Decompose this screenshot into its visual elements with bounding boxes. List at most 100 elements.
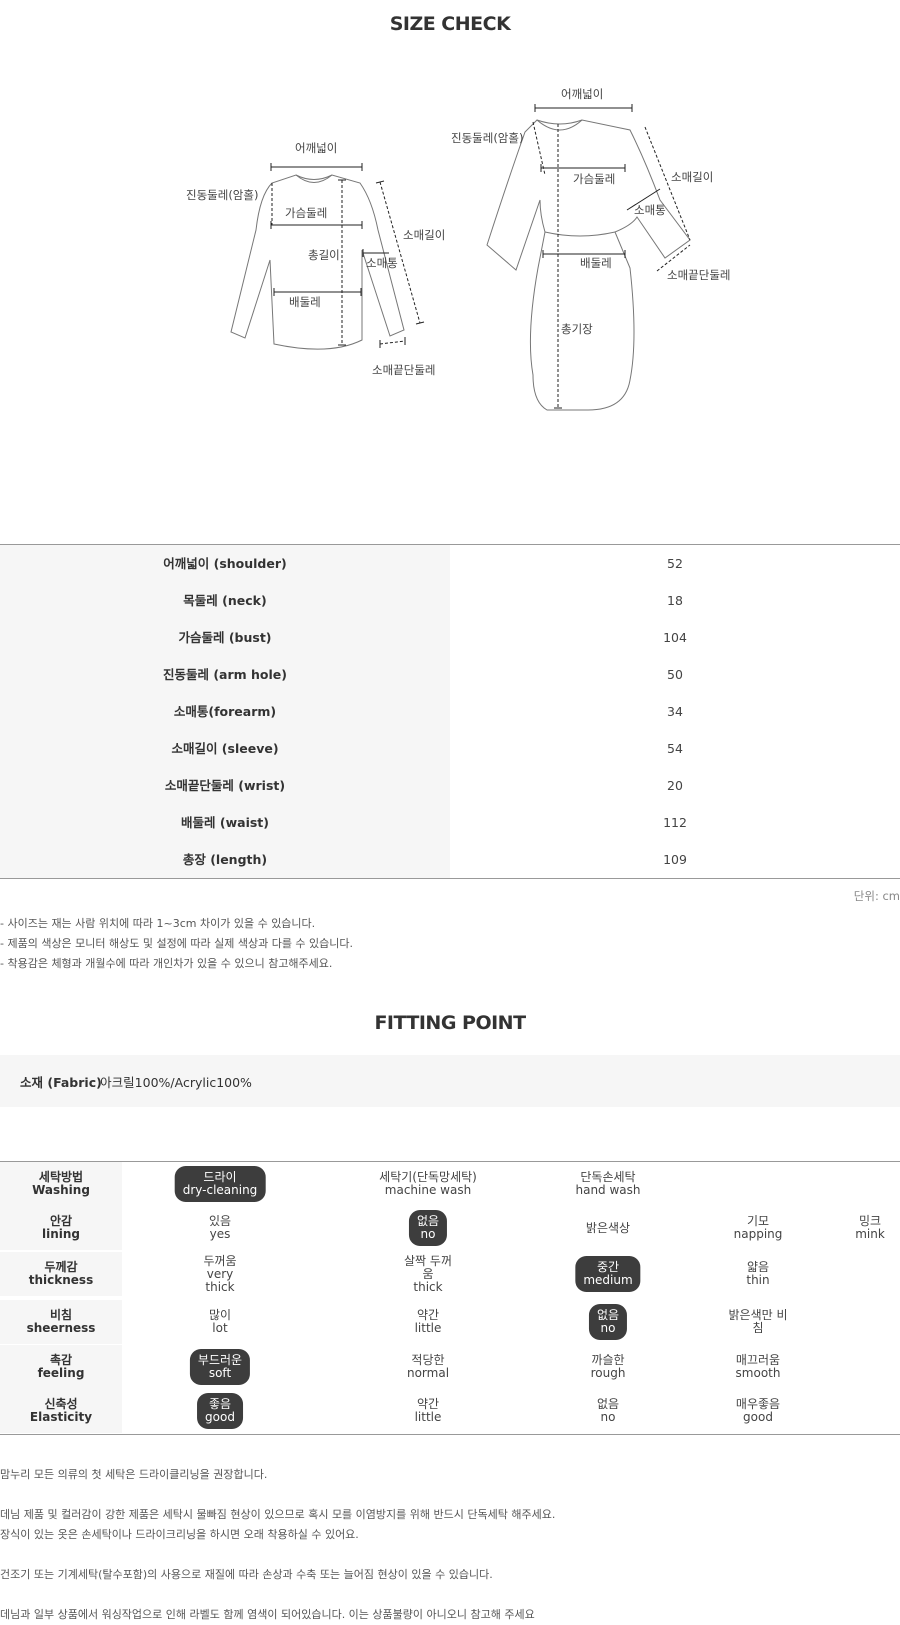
fitting-point-title: FITTING POINT [374, 1012, 526, 1034]
fitting-option-selected: 중간 medium [575, 1252, 641, 1296]
sweater-label-length: 총길이 [308, 248, 340, 262]
care-paragraph: 맘누리 모든 의류의 첫 세탁은 드라이클리닝을 권장합니다. [0, 1468, 268, 1481]
fitting-option-en: napping [733, 1227, 783, 1241]
size-row: 가슴둘레 (bust) 104 [0, 619, 900, 656]
fitting-option-en: rough [590, 1366, 626, 1380]
dress-label-waist: 배둘레 [580, 256, 612, 270]
fitting-row-header: 안감 lining [0, 1206, 122, 1250]
fitting-option: 살짝 두꺼 움 thick [398, 1252, 458, 1296]
size-row-label: 배둘레 (waist) [0, 804, 450, 841]
fitting-option-box: 살짝 두꺼 움 thick [398, 1251, 458, 1298]
fitting-option: 밝은색상 [580, 1206, 636, 1250]
fitting-option-en: thick [413, 1279, 443, 1294]
size-row-label: 소매통(forearm) [0, 693, 450, 730]
fitting-row-header-en: sheerness [26, 1321, 96, 1335]
fitting-option-box: 약간 little [409, 1305, 448, 1339]
care-paragraph: 데님 제품 및 컬러감이 강한 제품은 세탁시 물빠짐 현상이 있으므로 혹시 … [0, 1508, 556, 1521]
sweater-label-waist: 배둘레 [289, 295, 321, 309]
fitting-row: 안감 lining 있음 yes 없음 no 밝은색상 기모 napping 밍크 mink [0, 1206, 900, 1250]
size-row-value: 20 [667, 778, 683, 793]
fitting-option-box: 밝은색상 [580, 1218, 636, 1239]
care-paragraph: 장식이 있는 옷은 손세탁이나 드라이크리닝을 하시면 오래 착용하실 수 있어… [0, 1528, 359, 1541]
dress-label-total-length: 총기장 [561, 322, 593, 336]
garment-diagram: 어깨넓이 진동둘레(암홀) 가슴둘레 총길이 소매통 소매길이 배둘레 소매끝단… [186, 87, 730, 411]
size-row-value: 18 [667, 593, 683, 608]
fitting-option-box: 매우좋음 good [730, 1394, 786, 1428]
fitting-row-header-en: feeling [37, 1366, 85, 1380]
fitting-option-en: thin [746, 1273, 770, 1287]
fitting-option: 밍크 mink [849, 1206, 891, 1250]
fitting-option-selected: 부드러운 soft [189, 1345, 251, 1389]
fitting-option-box: 없음 no [591, 1394, 625, 1428]
fitting-option: 밝은색만 비 침 [722, 1300, 793, 1344]
fitting-option-en: good [205, 1410, 235, 1424]
size-table-bottom-border [0, 878, 900, 879]
fitting-option-en: no [600, 1410, 616, 1424]
fitting-row-header-en: lining [41, 1227, 80, 1241]
fitting-option: 까슬한 rough [585, 1345, 632, 1389]
fitting-option-box: 세탁기(단독망세탁) machine wash [373, 1167, 483, 1201]
fitting-option: 있음 yes [203, 1206, 237, 1250]
fitting-option-en: machine wash [384, 1183, 472, 1197]
fitting-option-box: 두꺼움 very thick [197, 1251, 242, 1298]
fitting-option: 매끄러움 smooth [730, 1345, 787, 1389]
sweater-label-armhole: 진동둘레(암홀) [186, 188, 258, 202]
fitting-option: 얇음 thin [740, 1252, 775, 1296]
fitting-option-box: 밝은색만 비 침 [722, 1305, 793, 1339]
fitting-option-box: 없음 no [408, 1210, 448, 1246]
fitting-row: 두께감 thickness 두꺼움 very thick 살짝 두꺼 움 thick 중간 m… [0, 1252, 900, 1296]
fitting-option: 세탁기(단독망세탁) machine wash [373, 1162, 483, 1206]
fitting-option-en: no [420, 1227, 436, 1241]
sweater-label-forearm: 소매통 [366, 256, 398, 270]
sweater-label-shoulder: 어깨넓이 [295, 141, 337, 155]
size-row-label: 소매끝단둘레 (wrist) [0, 767, 450, 804]
fitting-option-box: 약간 little [409, 1394, 448, 1428]
fitting-option-en: yes [209, 1227, 231, 1241]
dress-label-armhole: 진동둘레(암홀) [451, 131, 523, 145]
fitting-option-box: 좋음 good [197, 1393, 243, 1429]
fitting-option-selected: 좋음 good [197, 1389, 243, 1433]
fitting-option-box: 많이 lot [203, 1305, 237, 1339]
fabric-value: : 아크릴100%/Acrylic100% [92, 1075, 252, 1090]
fitting-row-header-en: thickness [28, 1273, 94, 1287]
fitting-row: 신축성 Elasticity 좋음 good 약간 little 없음 no 매우좋음 good [0, 1389, 900, 1433]
fitting-option-box: 기모 napping [728, 1211, 789, 1245]
size-row-label: 가슴둘레 (bust) [0, 619, 450, 656]
fitting-option: 많이 lot [203, 1300, 237, 1344]
size-row-label: 총장 (length) [0, 841, 450, 878]
fitting-option-en: medium [583, 1273, 633, 1287]
fitting-row-header: 두께감 thickness [0, 1252, 122, 1296]
dress-label-sleeve: 소매길이 [671, 170, 713, 184]
size-row: 배둘레 (waist) 112 [0, 804, 900, 841]
fitting-option-box: 단독손세탁 hand wash [569, 1167, 646, 1201]
fabric-label: 소재 (Fabric) [20, 1075, 102, 1090]
fitting-table-bottom-border [0, 1434, 900, 1435]
fitting-option-box: 까슬한 rough [585, 1350, 632, 1384]
fitting-option-ko: 살짝 두꺼 움 [404, 1253, 452, 1281]
size-row-value: 34 [667, 704, 683, 719]
dress-label-forearm: 소매통 [634, 203, 666, 217]
fitting-option-en: mink [855, 1227, 885, 1241]
size-row-label: 진동둘레 (arm hole) [0, 656, 450, 693]
fabric-box: 소재 (Fabric) : 아크릴100%/Acrylic100% [0, 1055, 900, 1107]
fitting-option-box: 있음 yes [203, 1211, 237, 1245]
fitting-option: 약간 little [409, 1389, 448, 1433]
size-row-value: 104 [663, 630, 687, 645]
fitting-row-header-en: Elasticity [29, 1410, 93, 1424]
size-note: - 사이즈는 재는 사람 위치에 따라 1~3cm 차이가 있을 수 있습니다. [0, 917, 316, 930]
fitting-option-en: lot [212, 1321, 228, 1335]
fitting-option-en: little [414, 1410, 442, 1424]
size-row: 소매통(forearm) 34 [0, 693, 900, 730]
size-row: 진동둘레 (arm hole) 50 [0, 656, 900, 693]
fitting-option-box: 부드러운 soft [189, 1349, 251, 1385]
fitting-option: 없음 no [591, 1389, 625, 1433]
fitting-row: 촉감 feeling 부드러운 soft 적당한 normal 까슬한 rough 매끄러움 sm… [0, 1345, 900, 1389]
sweater-label-wrist: 소매끝단둘레 [372, 363, 435, 377]
fitting-option: 기모 napping [728, 1206, 789, 1250]
size-row: 목둘레 (neck) 18 [0, 582, 900, 619]
size-row-label: 어깨넓이 (shoulder) [0, 545, 450, 582]
fitting-option-en: no [600, 1321, 616, 1335]
sweater-label-sleeve: 소매길이 [403, 228, 445, 242]
size-row: 총장 (length) 109 [0, 841, 900, 878]
size-row-label: 소매길이 (sleeve) [0, 730, 450, 767]
